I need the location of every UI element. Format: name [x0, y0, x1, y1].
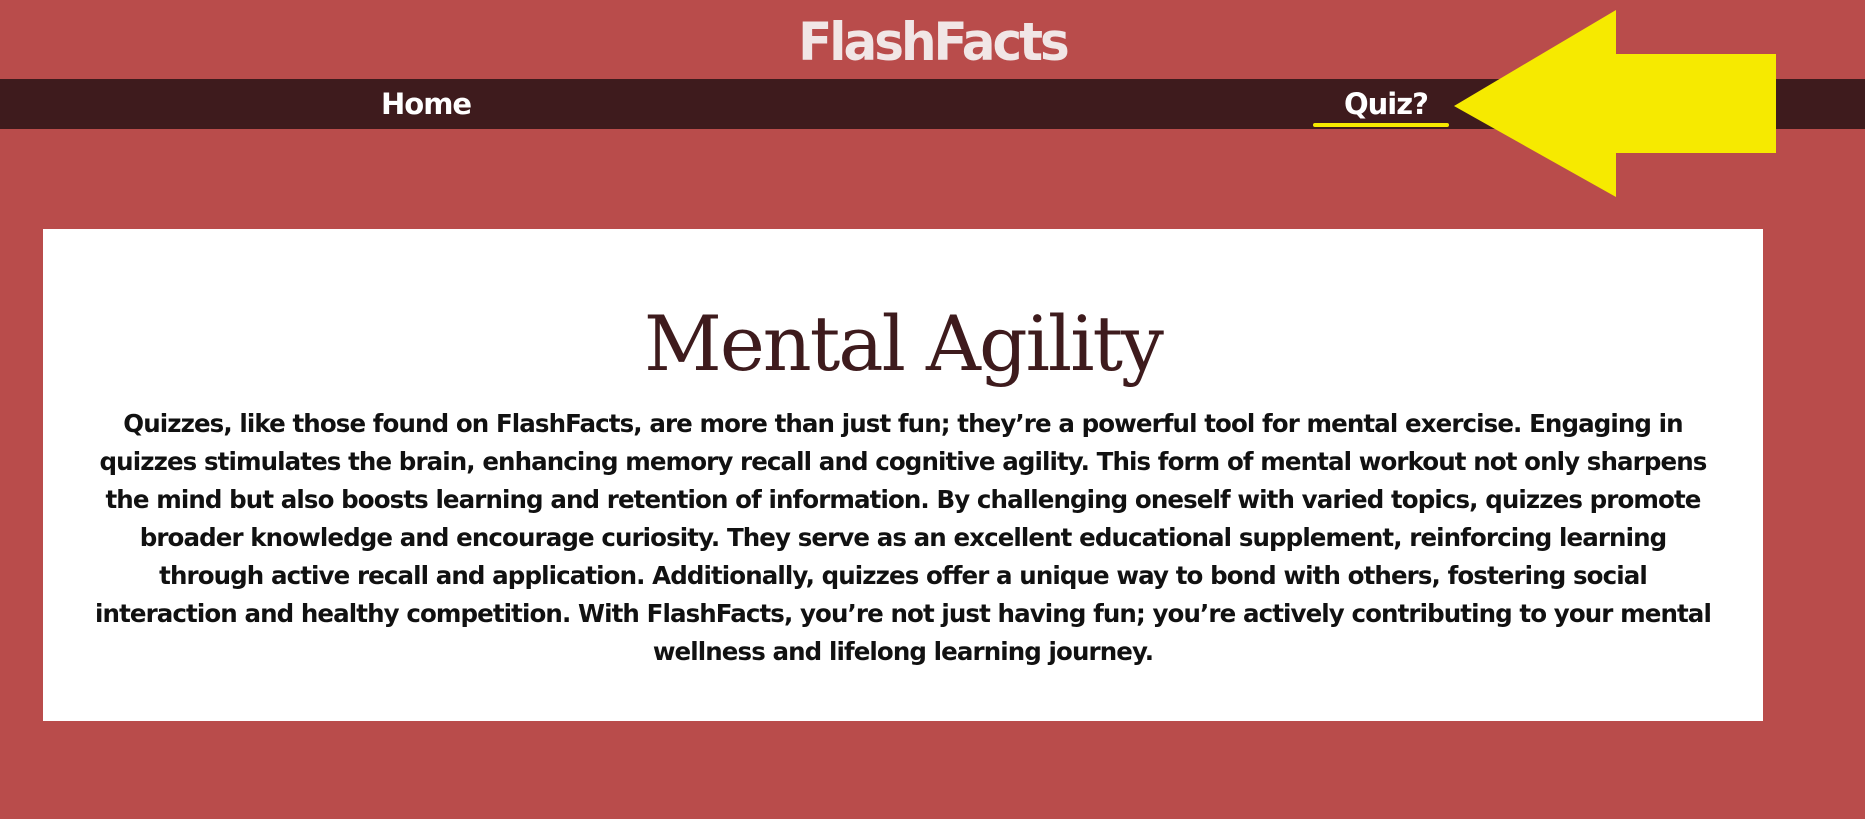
page-heading: Mental Agility	[644, 299, 1164, 388]
nav-link-quiz[interactable]: Quiz?	[1344, 79, 1429, 129]
left-arrow-icon	[1454, 10, 1776, 197]
body-paragraph: Quizzes, like those found on FlashFacts,…	[95, 409, 1712, 666]
nav-link-home[interactable]: Home	[381, 79, 472, 129]
quiz-active-underline	[1313, 123, 1449, 127]
content-card: Mental Agility Quizzes, like those found…	[43, 229, 1763, 721]
